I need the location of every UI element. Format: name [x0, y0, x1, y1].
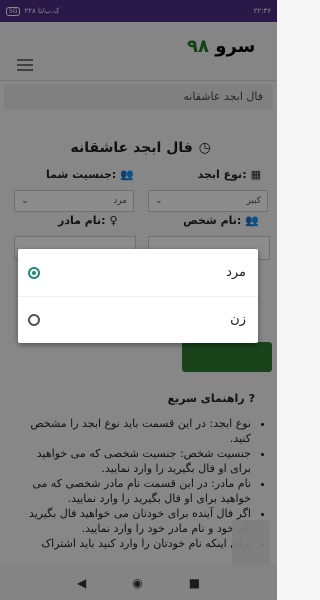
gender-option-label: زن	[230, 312, 246, 327]
radio-selected-icon[interactable]	[28, 266, 40, 279]
radio-unselected-icon[interactable]	[28, 313, 40, 326]
gender-option-female[interactable]: زن	[18, 296, 258, 343]
gender-option-label: مرد	[226, 265, 246, 280]
gender-option-male[interactable]: مرد	[18, 249, 258, 296]
gender-dialog: مرد زن	[18, 249, 258, 343]
